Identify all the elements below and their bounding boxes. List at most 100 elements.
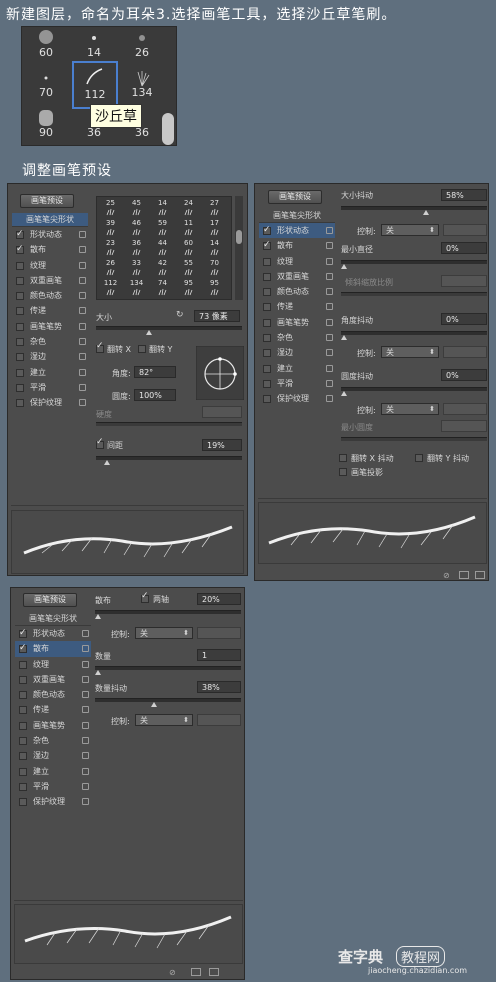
control-select[interactable]: 关 ⬍ xyxy=(381,403,439,415)
brush-thumb[interactable]: 134 xyxy=(122,67,162,107)
count-slider[interactable] xyxy=(95,666,241,675)
brush-tip-tile[interactable]: 17 xyxy=(205,219,224,238)
lock-icon[interactable] xyxy=(82,645,89,653)
both-axes-checkbox[interactable] xyxy=(141,591,149,603)
angle-jitter-field[interactable]: 0% xyxy=(441,313,487,325)
settings-checkbox[interactable] xyxy=(16,368,24,377)
settings-item[interactable]: 散布 xyxy=(12,242,88,257)
settings-item[interactable]: 画笔笔势 xyxy=(259,315,335,330)
brush-tip-tile[interactable]: 112 xyxy=(101,279,120,298)
settings-item[interactable]: 湿边 xyxy=(15,748,91,763)
brush-tip-tile[interactable]: 11 xyxy=(179,219,198,238)
toggle-bristle-icon[interactable]: ⊘ xyxy=(443,571,453,580)
settings-checkbox[interactable] xyxy=(19,721,27,730)
brush-tip-tile[interactable]: 59 xyxy=(153,219,172,238)
lock-icon[interactable] xyxy=(82,798,89,806)
lock-icon[interactable] xyxy=(79,261,86,269)
settings-item[interactable]: 画笔笔势 xyxy=(12,319,88,334)
settings-item[interactable]: 纹理 xyxy=(15,657,91,672)
settings-checkbox[interactable] xyxy=(263,349,271,358)
brush-thumb[interactable]: 90 xyxy=(26,107,66,145)
settings-checkbox[interactable] xyxy=(16,307,24,316)
lock-icon[interactable] xyxy=(82,706,89,714)
toggle-bristle-icon[interactable]: ⊘ xyxy=(169,968,179,977)
brush-tip-tile[interactable]: 39 xyxy=(101,219,120,238)
count-jitter-field[interactable]: 38% xyxy=(197,681,241,693)
roundness-jitter-field[interactable]: 0% xyxy=(441,369,487,381)
scatter-slider[interactable] xyxy=(95,610,241,619)
brush-projection-checkbox[interactable] xyxy=(339,468,347,476)
settings-checkbox[interactable] xyxy=(263,379,271,388)
lock-icon[interactable] xyxy=(82,767,89,775)
lock-icon[interactable] xyxy=(82,737,89,745)
settings-checkbox[interactable] xyxy=(19,641,27,656)
angle-roundness-widget[interactable] xyxy=(196,346,244,400)
new-brush-icon[interactable] xyxy=(209,968,219,976)
grid-icon[interactable] xyxy=(459,571,469,579)
settings-item[interactable]: 平滑 xyxy=(12,380,88,395)
brush-tip-tile[interactable]: 14 xyxy=(153,199,172,218)
settings-item[interactable]: 平滑 xyxy=(15,779,91,794)
lock-icon[interactable] xyxy=(79,353,86,361)
lock-icon[interactable] xyxy=(326,334,333,342)
settings-checkbox[interactable] xyxy=(16,242,24,257)
spacing-slider[interactable] xyxy=(96,456,242,465)
brush-tip-tile[interactable]: 60 xyxy=(179,239,198,258)
tip-shape-item[interactable]: 画笔笔尖形状 xyxy=(12,213,88,227)
brush-tip-tile[interactable]: 70 xyxy=(205,259,224,278)
settings-item[interactable]: 形状动态 xyxy=(12,227,88,242)
min-diameter-field[interactable]: 0% xyxy=(441,242,487,254)
tip-shape-item[interactable]: 画笔笔尖形状 xyxy=(259,209,335,223)
settings-checkbox[interactable] xyxy=(263,334,271,343)
lock-icon[interactable] xyxy=(326,272,333,280)
lock-icon[interactable] xyxy=(326,379,333,387)
settings-checkbox[interactable] xyxy=(263,395,271,404)
lock-icon[interactable] xyxy=(79,276,86,284)
lock-icon[interactable] xyxy=(79,231,86,238)
lock-icon[interactable] xyxy=(326,242,333,250)
lock-icon[interactable] xyxy=(82,752,89,760)
brush-thumb[interactable]: 70 xyxy=(26,67,66,107)
brush-tip-tile[interactable]: 46 xyxy=(127,219,146,238)
settings-checkbox[interactable] xyxy=(263,272,271,281)
settings-item[interactable]: 湿边 xyxy=(12,349,88,364)
settings-item[interactable]: 散布 xyxy=(15,641,91,657)
lock-icon[interactable] xyxy=(82,660,89,668)
brush-tip-tile[interactable]: 36 xyxy=(127,239,146,258)
settings-checkbox[interactable] xyxy=(263,303,271,312)
spacing-field[interactable]: 19% xyxy=(202,439,242,451)
settings-item[interactable]: 双重画笔 xyxy=(15,672,91,687)
lock-icon[interactable] xyxy=(79,292,86,300)
flip-y-jitter-checkbox[interactable] xyxy=(415,454,423,462)
lock-icon[interactable] xyxy=(79,307,86,315)
scatter-field[interactable]: 20% xyxy=(197,593,241,605)
lock-icon[interactable] xyxy=(82,721,89,729)
settings-checkbox[interactable] xyxy=(19,706,27,715)
settings-item[interactable]: 杂色 xyxy=(12,334,88,349)
brush-tip-tile[interactable]: 44 xyxy=(153,239,172,258)
lock-icon[interactable] xyxy=(326,227,333,234)
settings-item[interactable]: 建立 xyxy=(12,365,88,380)
control-select[interactable]: 关 ⬍ xyxy=(381,346,439,358)
settings-checkbox[interactable] xyxy=(19,737,27,746)
lock-icon[interactable] xyxy=(79,246,86,254)
control-select[interactable]: 关 ⬍ xyxy=(135,714,193,726)
settings-item[interactable]: 平滑 xyxy=(259,376,335,391)
lock-icon[interactable] xyxy=(82,675,89,683)
lock-icon[interactable] xyxy=(79,399,86,407)
lock-icon[interactable] xyxy=(326,349,333,357)
settings-checkbox[interactable] xyxy=(263,238,271,253)
brush-tip-tile[interactable]: 24 xyxy=(179,199,198,218)
brush-tip-tile[interactable]: 95 xyxy=(205,279,224,298)
brush-tip-tile[interactable]: 55 xyxy=(179,259,198,278)
settings-item[interactable]: 散布 xyxy=(259,238,335,253)
settings-item[interactable]: 建立 xyxy=(15,764,91,779)
brush-tip-tile[interactable]: 23 xyxy=(101,239,120,258)
settings-item[interactable]: 杂色 xyxy=(15,733,91,748)
brush-thumb[interactable]: 60 xyxy=(26,27,66,67)
settings-checkbox[interactable] xyxy=(16,322,24,331)
settings-checkbox[interactable] xyxy=(16,261,24,270)
settings-checkbox[interactable] xyxy=(16,292,24,301)
brush-tip-tile[interactable]: 33 xyxy=(127,259,146,278)
settings-checkbox[interactable] xyxy=(16,399,24,408)
